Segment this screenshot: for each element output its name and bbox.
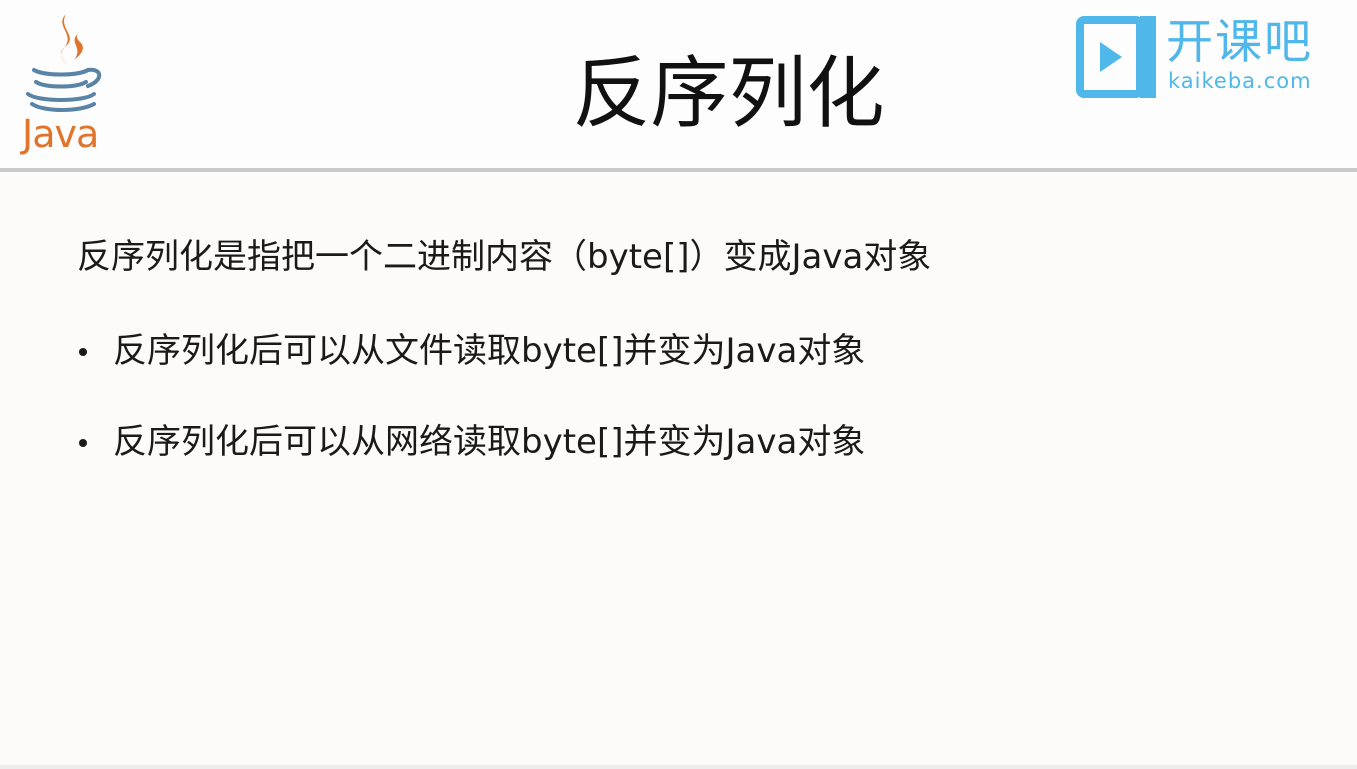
intro-text: 反序列化是指把一个二进制内容（byte[]）变成Java对象 bbox=[77, 237, 932, 277]
kaikeba-name: 开课吧 bbox=[1166, 15, 1313, 70]
list-item: 反序列化后可以从网络读取byte[]并变为Java对象 bbox=[77, 419, 865, 465]
bullet-text: 反序列化后可以从网络读取byte[]并变为Java对象 bbox=[113, 422, 866, 462]
bullet-list: 反序列化后可以从文件读取byte[]并变为Java对象 反序列化后可以从网络读取… bbox=[77, 328, 865, 510]
slide-header: Java 反序列化 开课吧 kaikeba.com bbox=[0, 0, 1357, 168]
bullet-dot-icon bbox=[79, 439, 87, 447]
slide: Java 反序列化 开课吧 kaikeba.com 反序列化是指把一个二进制内容… bbox=[0, 0, 1357, 769]
header-divider bbox=[0, 168, 1357, 172]
kaikeba-domain: kaikeba.com bbox=[1168, 69, 1312, 93]
bullet-text: 反序列化后可以从文件读取byte[]并变为Java对象 bbox=[113, 331, 866, 371]
list-item: 反序列化后可以从文件读取byte[]并变为Java对象 bbox=[77, 328, 865, 374]
bullet-dot-icon bbox=[79, 348, 87, 356]
footer-divider bbox=[0, 765, 1357, 769]
